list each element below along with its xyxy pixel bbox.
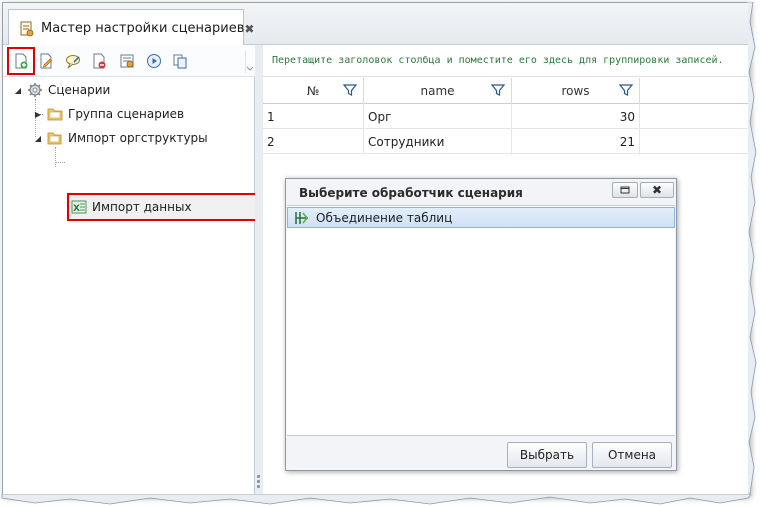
list-item[interactable]: Объединение таблиц xyxy=(287,207,675,228)
handler-list: Объединение таблиц xyxy=(287,205,675,436)
copy-icon xyxy=(173,54,187,69)
cell-name: Орг xyxy=(364,104,512,129)
gear-icon xyxy=(27,82,43,98)
settings-icon xyxy=(120,54,134,68)
tab-scenario-wizard[interactable]: Мастер настройки сценариев ✖ xyxy=(8,9,254,47)
cell-rows: 30 xyxy=(512,104,640,129)
tree-connector xyxy=(55,147,56,167)
splitter-grip xyxy=(257,475,260,478)
select-button[interactable]: Выбрать xyxy=(507,442,587,468)
copy-button[interactable] xyxy=(170,51,190,71)
tab-title: Мастер настройки сценариев xyxy=(41,21,245,36)
toolbar-overflow[interactable] xyxy=(245,51,254,73)
splitter-grip xyxy=(257,485,260,488)
torn-edge-bottom xyxy=(1,494,752,505)
cell-rows: 21 xyxy=(512,129,640,154)
tab-close-button[interactable]: ✖ xyxy=(244,22,254,36)
cell-num: 2 xyxy=(263,129,364,154)
column-header-rows[interactable]: rows xyxy=(512,78,640,104)
svg-text:X: X xyxy=(73,204,80,214)
expand-icon[interactable]: ▶ xyxy=(33,109,43,119)
collapse-icon[interactable]: ◢ xyxy=(33,133,43,143)
cell-name: Сотрудники xyxy=(364,129,512,154)
dialog-close-button[interactable]: ✖ xyxy=(640,182,674,198)
group-by-panel[interactable]: Перетащите заголовок столбца и поместите… xyxy=(263,45,748,77)
column-header-num[interactable]: № xyxy=(263,78,364,104)
select-handler-dialog: Выберите обработчик сценария ✖ Объединен… xyxy=(285,178,677,471)
merge-tables-icon xyxy=(295,211,309,224)
tree-node-label: Сценарии xyxy=(48,83,111,97)
tree-toolbar xyxy=(3,45,255,77)
column-header-name[interactable]: name xyxy=(364,78,512,104)
table-row[interactable]: 1 Орг 30 xyxy=(263,104,748,129)
delete-button[interactable] xyxy=(89,51,109,71)
panel-splitter[interactable] xyxy=(255,45,263,494)
filter-icon[interactable] xyxy=(491,83,505,97)
table-row[interactable]: 2 Сотрудники 21 xyxy=(263,129,748,154)
cancel-button[interactable]: Отмена xyxy=(592,442,672,468)
run-icon xyxy=(147,54,161,68)
group-by-hint: Перетащите заголовок столбца и поместите… xyxy=(272,55,724,66)
wizard-icon xyxy=(19,21,35,37)
run-button[interactable] xyxy=(144,51,164,71)
delete-icon xyxy=(93,53,106,69)
add-button[interactable] xyxy=(11,51,31,71)
comment-button[interactable] xyxy=(63,51,83,71)
add-icon xyxy=(15,53,28,69)
excel-icon: X xyxy=(71,199,87,215)
tree-node-label: Импорт данных xyxy=(92,200,192,214)
tree-node-scenarios[interactable]: ◢ Сценарии xyxy=(13,79,110,101)
restore-icon xyxy=(620,186,630,194)
edit-button[interactable] xyxy=(36,51,56,71)
splitter-grip xyxy=(257,480,260,483)
cell-num: 1 xyxy=(263,104,364,129)
folder-open-icon xyxy=(47,130,63,146)
tree-node-label: Импорт оргструктуры xyxy=(68,131,208,145)
grid-header: № name rows xyxy=(263,78,748,104)
settings-button[interactable] xyxy=(117,51,137,71)
edit-icon xyxy=(40,53,52,69)
filter-icon[interactable] xyxy=(343,83,357,97)
comment-icon xyxy=(66,55,80,69)
tree-node-label: Группа сценариев xyxy=(68,107,185,121)
collapse-icon[interactable]: ◢ xyxy=(13,85,23,95)
tree-node-scenario-group[interactable]: ▶ Группа сценариев xyxy=(33,103,184,125)
dialog-restore-button[interactable] xyxy=(612,182,638,198)
filter-icon[interactable] xyxy=(619,83,633,97)
scenario-tree-panel: ◢ Сценарии ▶ Группа сценариев ◢ Импорт о… xyxy=(3,45,257,494)
folder-icon xyxy=(47,106,63,122)
tree-node-data-import[interactable]: X Импорт данных xyxy=(71,196,192,218)
tab-strip: Мастер настройки сценариев ✖ xyxy=(3,3,748,47)
tree-connector xyxy=(55,162,65,163)
tree-node-org-import[interactable]: ◢ Импорт оргструктуры xyxy=(33,127,208,149)
list-item-label: Объединение таблиц xyxy=(316,210,453,225)
torn-edge-right xyxy=(747,2,757,495)
